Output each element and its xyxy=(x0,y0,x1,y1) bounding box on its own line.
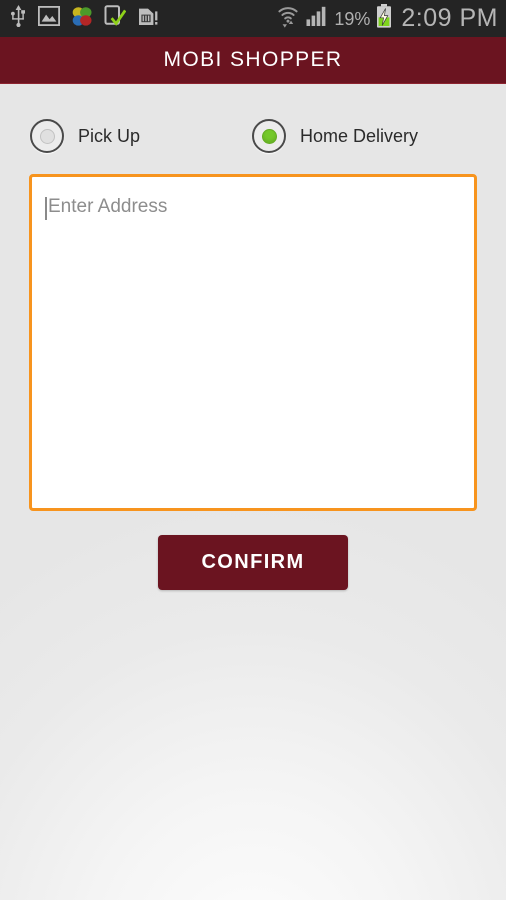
address-input[interactable]: Enter Address xyxy=(29,174,477,511)
address-placeholder: Enter Address xyxy=(48,196,168,217)
button-row: CONFIRM xyxy=(0,511,506,590)
radio-dot-unselected-icon xyxy=(39,128,55,144)
status-bar-right-icons: 19% 2:09 PM xyxy=(276,4,498,33)
radio-option-home-delivery[interactable]: Home Delivery xyxy=(252,119,418,153)
status-bar-left-icons xyxy=(10,5,159,32)
wifi-icon xyxy=(276,4,300,33)
address-field-container: Enter Address xyxy=(0,166,506,511)
radio-option-pick-up[interactable]: Pick Up xyxy=(30,119,140,153)
signal-bars-icon xyxy=(306,6,328,32)
radio-dot-selected-icon xyxy=(261,128,277,144)
radio-button-pick-up[interactable] xyxy=(30,119,64,153)
radio-button-home-delivery[interactable] xyxy=(252,119,287,153)
app-bar: MOBI SHOPPER xyxy=(0,37,506,84)
clock-label: 2:09 PM xyxy=(401,4,498,32)
battery-charging-icon xyxy=(376,4,392,33)
radio-label-home-delivery: Home Delivery xyxy=(300,125,419,146)
sd-card-warning-icon xyxy=(137,5,159,32)
status-bar: 19% 2:09 PM xyxy=(0,0,506,37)
confirm-button[interactable]: CONFIRM xyxy=(158,535,348,590)
usb-icon xyxy=(10,5,27,32)
app-title: MOBI SHOPPER xyxy=(163,48,343,71)
image-icon xyxy=(37,5,61,31)
phone-screen: 19% 2:09 PM MOBI SHOPPER Pick Up Home De… xyxy=(0,0,506,900)
main-content: Pick Up Home Delivery Enter Address CONF… xyxy=(0,84,506,900)
delivery-option-group: Pick Up Home Delivery xyxy=(0,84,506,166)
device-check-icon xyxy=(104,5,127,32)
flower-app-icon xyxy=(71,6,93,32)
text-caret xyxy=(45,197,47,220)
radio-label-pick-up: Pick Up xyxy=(78,125,141,146)
battery-percent-label: 19% xyxy=(334,8,371,29)
